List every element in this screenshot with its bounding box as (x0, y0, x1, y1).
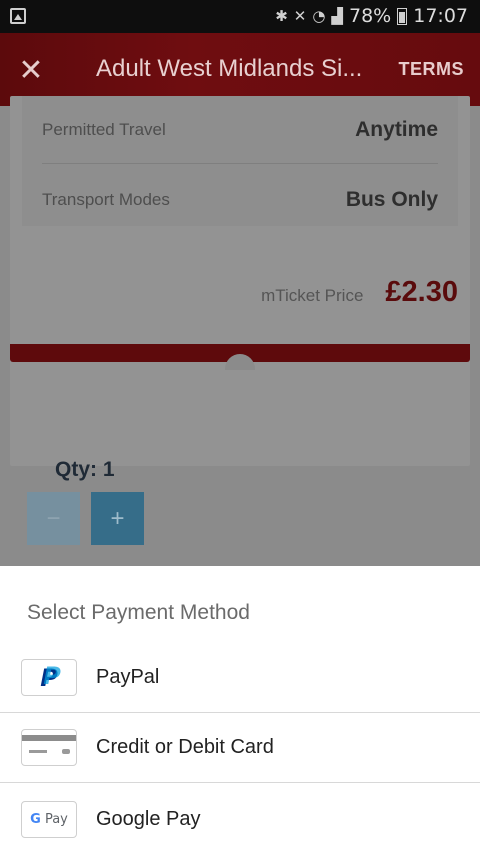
wifi-icon: ◔ (312, 7, 326, 25)
bluetooth-icon: ✱ (275, 7, 288, 25)
price-row: mTicket Price £2.30 (261, 276, 458, 309)
payment-option-google-pay[interactable]: G Pay Google Pay (0, 784, 480, 853)
ticket-details: Permitted Travel Anytime Transport Modes… (22, 96, 458, 226)
price-label: mTicket Price (261, 286, 364, 305)
detail-row-permitted-travel: Permitted Travel Anytime (42, 96, 438, 164)
gallery-notification-icon (10, 8, 26, 24)
signal-icon: ▟ (331, 7, 343, 25)
battery-icon (397, 7, 408, 25)
status-bar: ✱ ✕ ◔ ▟ 78% 17:07 (0, 0, 480, 33)
ticket-content: Permitted Travel Anytime Transport Modes… (0, 96, 480, 566)
status-icons: ✱ ✕ ◔ ▟ 78% 17:07 (275, 5, 468, 27)
terms-button[interactable]: TERMS (399, 59, 465, 80)
payment-option-label: PayPal (96, 666, 160, 688)
mute-icon: ✕ (293, 7, 307, 25)
card-icon (21, 729, 77, 766)
quantity-increase-button[interactable]: + (91, 492, 144, 545)
close-icon[interactable]: ✕ (14, 53, 48, 87)
sheet-title: Select Payment Method (27, 601, 250, 624)
battery-percent: 78% (349, 5, 392, 27)
payment-option-paypal[interactable]: PP PayPal (0, 643, 480, 713)
payment-option-label: Google Pay (96, 807, 201, 830)
detail-value: Anytime (355, 117, 438, 141)
detail-row-transport-modes: Transport Modes Bus Only (42, 166, 438, 234)
quantity-label: Qty: 1 (55, 458, 115, 481)
payment-method-sheet: Select Payment Method PP PayPal Credit o… (0, 566, 480, 853)
detail-label: Permitted Travel (42, 119, 166, 139)
payment-option-label: Credit or Debit Card (96, 736, 274, 758)
price-value: £2.30 (385, 276, 458, 308)
payment-option-card[interactable]: Credit or Debit Card (0, 713, 480, 783)
ticket-card: Permitted Travel Anytime Transport Modes… (10, 96, 470, 466)
detail-value: Bus Only (345, 188, 438, 211)
quantity-decrease-button[interactable]: − (27, 492, 80, 545)
status-time: 17:07 (413, 5, 468, 27)
page-title: Adult West Midlands Si... (96, 55, 363, 82)
paypal-icon: PP (21, 659, 77, 696)
detail-label: Transport Modes (42, 190, 170, 209)
google-pay-icon: G Pay (21, 800, 77, 838)
